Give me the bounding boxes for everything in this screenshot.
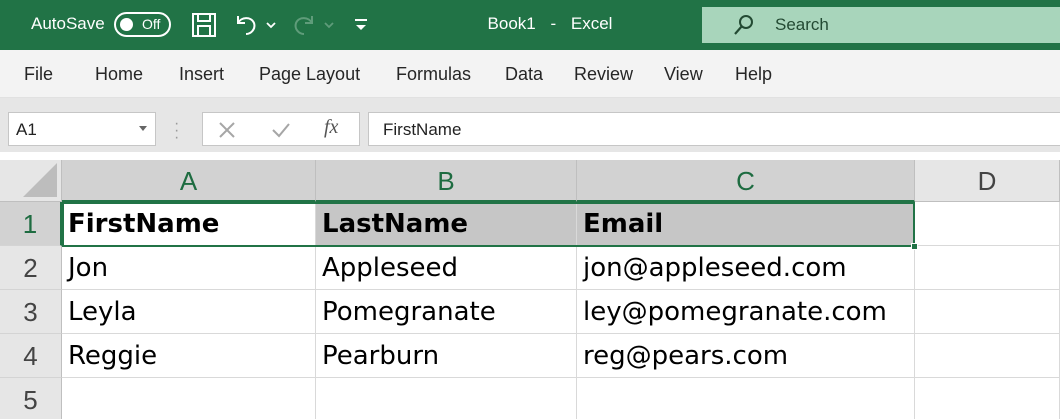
enter-icon[interactable] bbox=[267, 117, 295, 143]
cell-a4[interactable]: Reggie bbox=[62, 334, 316, 378]
cell-c4[interactable]: reg@pears.com bbox=[577, 334, 915, 378]
column-header-a[interactable]: A bbox=[62, 160, 316, 202]
title-bar: AutoSave Off Book1 - Excel Search bbox=[0, 0, 1060, 50]
cell-a1[interactable]: FirstName bbox=[62, 202, 316, 246]
insert-function-icon[interactable]: fx bbox=[324, 116, 338, 139]
tab-insert[interactable]: Insert bbox=[179, 64, 224, 85]
cell-d3[interactable] bbox=[915, 290, 1060, 334]
cell-b2[interactable]: Appleseed bbox=[316, 246, 577, 290]
ribbon-tabs: File Home Insert Page Layout Formulas Da… bbox=[0, 50, 1060, 98]
formula-input[interactable]: FirstName bbox=[368, 112, 1060, 146]
tab-review[interactable]: Review bbox=[574, 64, 633, 85]
autosave-toggle[interactable]: Off bbox=[114, 12, 171, 37]
row-header-4[interactable]: 4 bbox=[0, 334, 62, 378]
search-placeholder: Search bbox=[775, 15, 829, 34]
search-box[interactable]: Search bbox=[702, 7, 1060, 43]
cell-a3[interactable]: Leyla bbox=[62, 290, 316, 334]
cell-b4[interactable]: Pearburn bbox=[316, 334, 577, 378]
cell-d4[interactable] bbox=[915, 334, 1060, 378]
workbook-name: Book1 bbox=[487, 14, 536, 33]
cell-c1[interactable]: Email bbox=[577, 202, 915, 246]
row-header-1[interactable]: 1 bbox=[0, 202, 62, 246]
title-separator: - bbox=[550, 14, 557, 33]
name-box-value: A1 bbox=[16, 120, 37, 139]
cancel-icon[interactable] bbox=[213, 117, 241, 143]
undo-icon[interactable] bbox=[231, 10, 261, 40]
cell-d1[interactable] bbox=[915, 202, 1060, 246]
row-header-3[interactable]: 3 bbox=[0, 290, 62, 334]
undo-dropdown-icon[interactable] bbox=[262, 10, 280, 40]
cell-c3[interactable]: ley@pomegranate.com bbox=[577, 290, 915, 334]
cell-c2[interactable]: jon@appleseed.com bbox=[577, 246, 915, 290]
select-all-triangle-icon bbox=[23, 163, 57, 197]
select-all-button[interactable] bbox=[0, 160, 62, 202]
row-header-2[interactable]: 2 bbox=[0, 246, 62, 290]
tab-file[interactable]: File bbox=[24, 64, 53, 85]
cell-a2[interactable]: Jon bbox=[62, 246, 316, 290]
formula-value: FirstName bbox=[383, 120, 462, 139]
tab-page-layout[interactable]: Page Layout bbox=[259, 64, 360, 85]
formula-buttons: fx bbox=[202, 112, 360, 146]
name-box[interactable]: A1 bbox=[8, 112, 156, 146]
tab-home[interactable]: Home bbox=[95, 64, 143, 85]
customize-toolbar-icon[interactable] bbox=[350, 10, 372, 40]
cell-c5[interactable] bbox=[577, 378, 915, 419]
formula-bar: A1 · · · fx FirstName bbox=[0, 108, 1060, 152]
column-header-b[interactable]: B bbox=[316, 160, 577, 202]
redo-dropdown-icon[interactable] bbox=[320, 10, 338, 40]
app-name: Excel bbox=[570, 14, 613, 33]
column-header-d[interactable]: D bbox=[915, 160, 1060, 202]
name-box-dropdown-icon[interactable] bbox=[139, 126, 147, 131]
cell-d2[interactable] bbox=[915, 246, 1060, 290]
cell-b1[interactable]: LastName bbox=[316, 202, 577, 246]
tab-formulas[interactable]: Formulas bbox=[396, 64, 471, 85]
cell-b5[interactable] bbox=[316, 378, 577, 419]
cell-d5[interactable] bbox=[915, 378, 1060, 419]
tab-data[interactable]: Data bbox=[505, 64, 543, 85]
column-header-c[interactable]: C bbox=[577, 160, 915, 202]
cell-a5[interactable] bbox=[62, 378, 316, 419]
autosave-state: Off bbox=[142, 16, 161, 32]
row-header-5[interactable]: 5 bbox=[0, 378, 62, 419]
tab-help[interactable]: Help bbox=[735, 64, 772, 85]
redo-icon[interactable] bbox=[289, 10, 319, 40]
formula-bar-resize-handle[interactable]: · · · bbox=[174, 116, 180, 146]
search-icon bbox=[732, 13, 756, 37]
worksheet-grid: A B C D 1 2 3 4 5 FirstName LastName Ema… bbox=[0, 160, 1060, 419]
ribbon-collapsed-strip bbox=[0, 98, 1060, 108]
save-icon[interactable] bbox=[189, 10, 219, 40]
autosave-label: AutoSave bbox=[31, 14, 105, 33]
tab-view[interactable]: View bbox=[664, 64, 703, 85]
toggle-knob bbox=[120, 18, 133, 31]
cell-b3[interactable]: Pomegranate bbox=[316, 290, 577, 334]
